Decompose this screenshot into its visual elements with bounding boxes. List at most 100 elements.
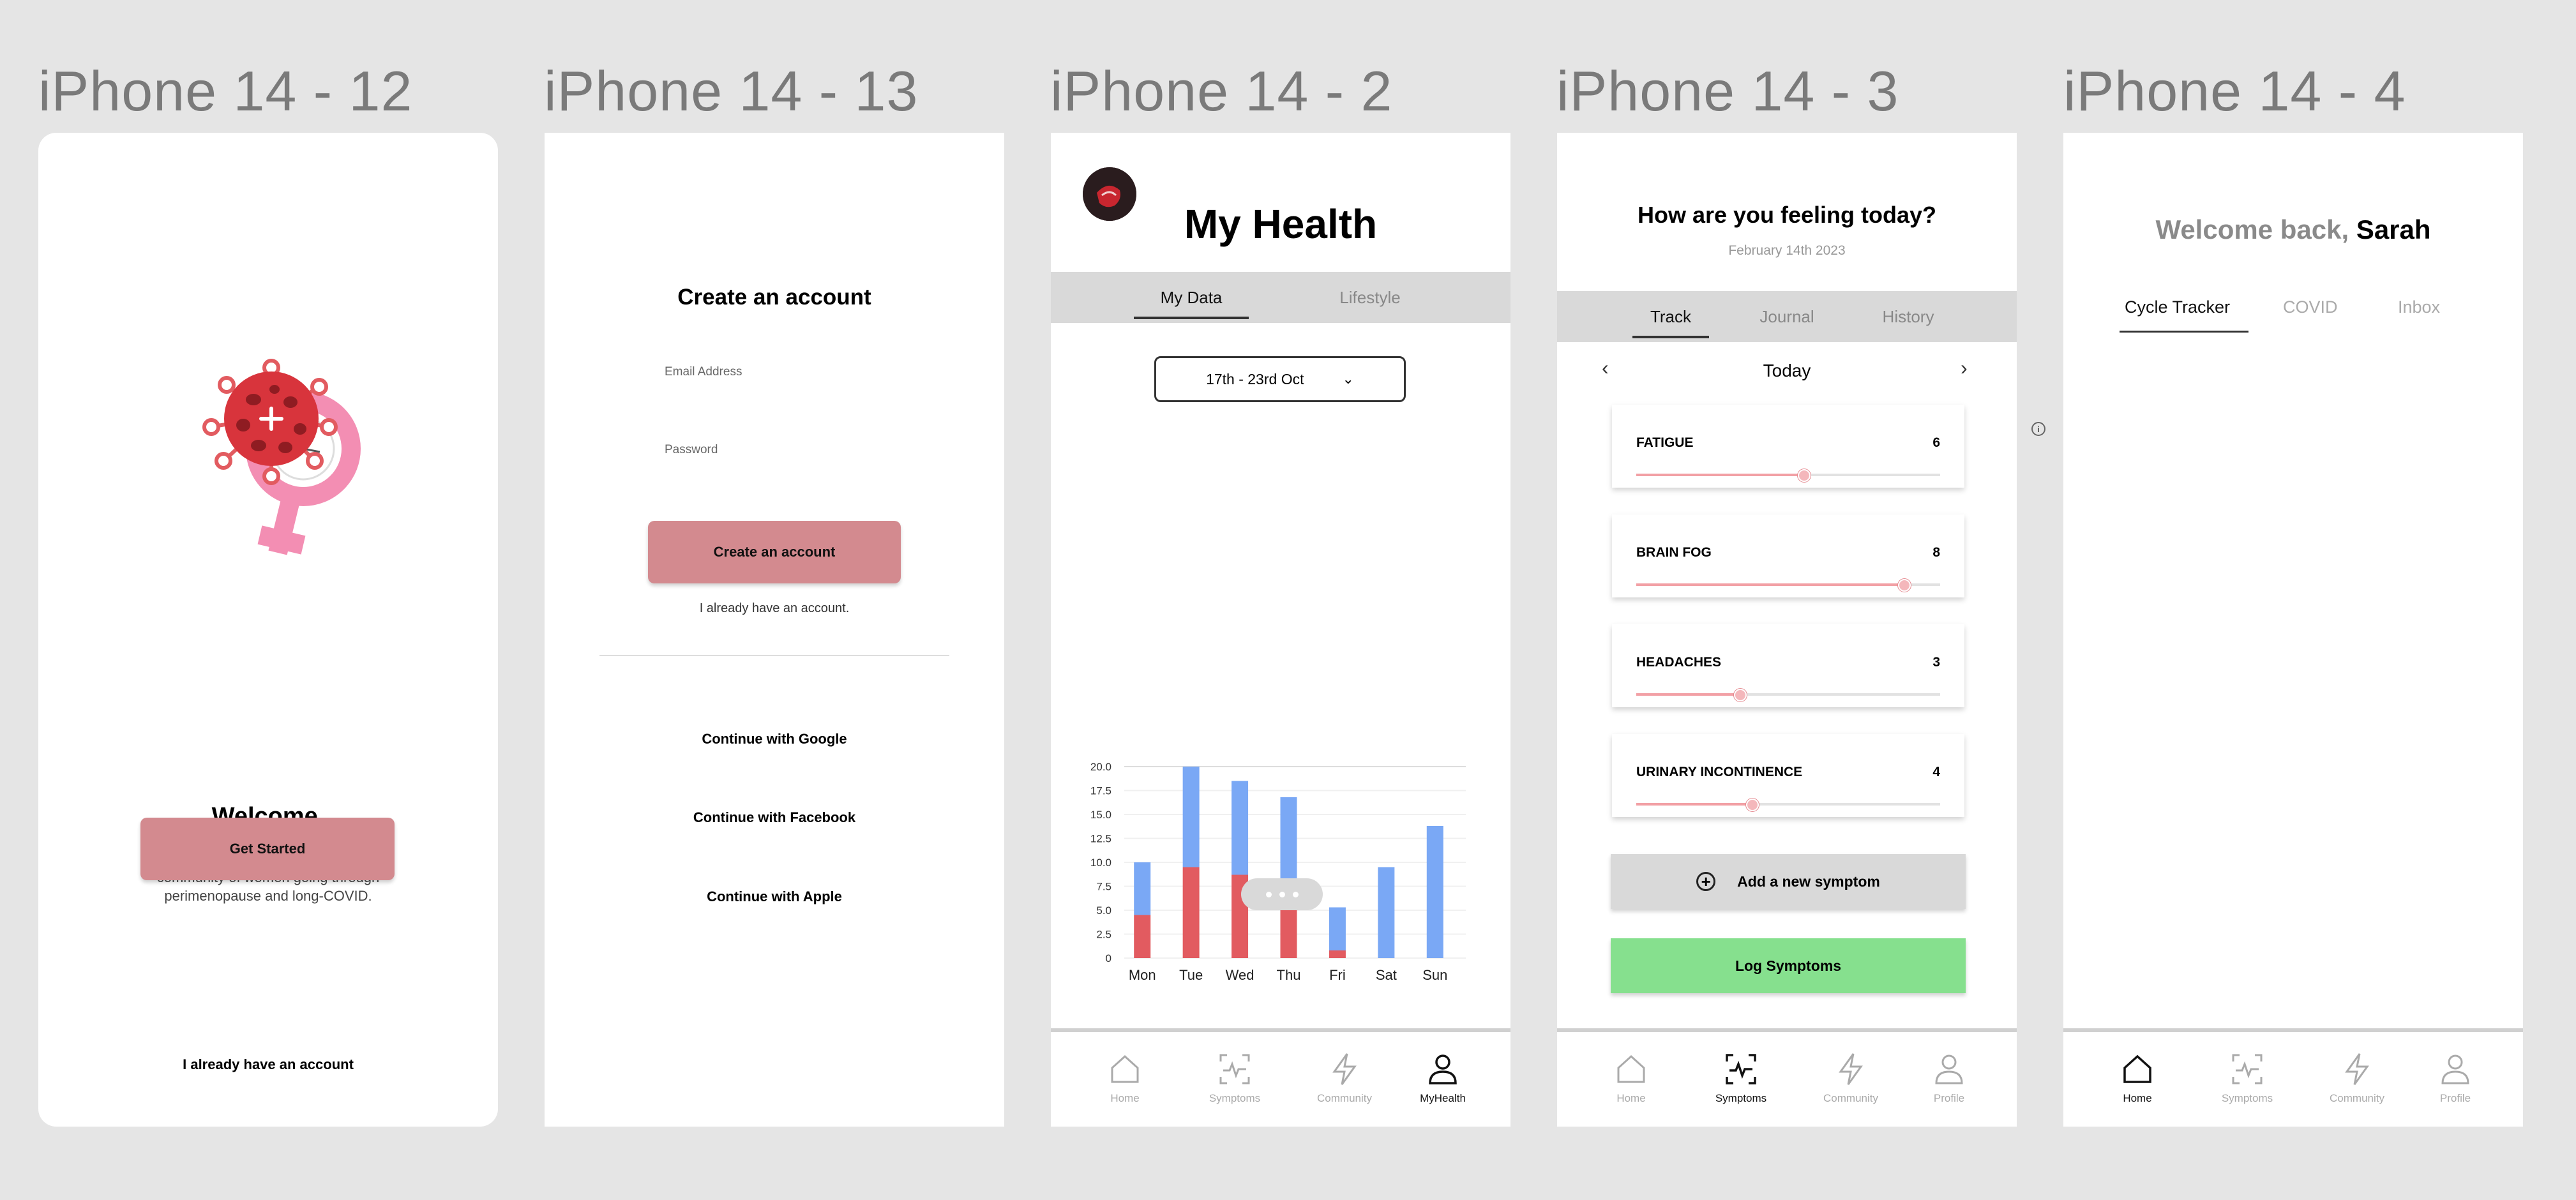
log-symptoms-button[interactable]: Log Symptoms bbox=[1611, 938, 1966, 993]
user-name: Sarah bbox=[2356, 214, 2431, 244]
add-symptom-label: Add a new symptom bbox=[1737, 873, 1880, 890]
nav-label: Symptoms bbox=[2221, 1092, 2273, 1104]
slider-fill bbox=[1636, 474, 1804, 476]
x-axis-labels: Mon Tue Wed Thu Fri Sat Sun bbox=[1129, 967, 1448, 983]
active-tab-underline bbox=[2120, 331, 2248, 333]
plus-circle-icon: + bbox=[1696, 872, 1716, 891]
bottom-nav: Home Symptoms Community MyHealth bbox=[1051, 1028, 1510, 1127]
nav-community[interactable]: Community bbox=[2312, 1051, 2402, 1105]
nav-label: Home bbox=[2123, 1092, 2152, 1104]
tab-covid[interactable]: COVID bbox=[2283, 297, 2338, 317]
nav-home[interactable]: Home bbox=[2093, 1051, 2182, 1105]
y-tick-label: 17.5 bbox=[1090, 785, 1111, 797]
nav-profile[interactable]: Profile bbox=[2411, 1051, 2500, 1105]
nav-symptoms[interactable]: Symptoms bbox=[1696, 1051, 1786, 1105]
tab-history[interactable]: History bbox=[1851, 291, 1966, 342]
create-account-button[interactable]: Create an account bbox=[648, 521, 901, 583]
tab-lifestyle[interactable]: Lifestyle bbox=[1306, 272, 1434, 323]
add-symptom-button[interactable]: + Add a new symptom bbox=[1611, 854, 1966, 909]
have-account-link[interactable]: I already have an account bbox=[38, 1056, 498, 1073]
have-account-link[interactable]: I already have an account. bbox=[545, 601, 1004, 616]
symptom-card: BRAIN FOG 8 bbox=[1612, 514, 1964, 597]
frame-title: iPhone 14 - 2 bbox=[1050, 59, 1393, 123]
nav-myhealth[interactable]: MyHealth bbox=[1398, 1051, 1488, 1105]
symptom-value: 3 bbox=[1932, 655, 1940, 670]
create-account-title: Create an account bbox=[677, 285, 871, 310]
y-axis-ticks: 20.0 17.5 15.0 12.5 10.0 7.5 5.0 2.5 0 bbox=[1090, 761, 1111, 964]
bar-segment bbox=[1329, 907, 1346, 950]
nav-label: Home bbox=[1616, 1092, 1646, 1104]
x-tick-label: Fri bbox=[1329, 967, 1346, 983]
bar-segment bbox=[1182, 867, 1200, 958]
nav-symptoms[interactable]: Symptoms bbox=[2203, 1051, 2292, 1105]
tab-journal[interactable]: Journal bbox=[1736, 291, 1838, 342]
symptom-slider[interactable] bbox=[1636, 469, 1940, 482]
slider-handle[interactable] bbox=[1797, 469, 1811, 482]
slider-handle[interactable] bbox=[1745, 799, 1759, 811]
tab-cycle-tracker[interactable]: Cycle Tracker bbox=[2125, 297, 2230, 317]
y-tick-label: 12.5 bbox=[1090, 833, 1111, 845]
health-chart: 20.0 17.5 15.0 12.5 10.0 7.5 5.0 2.5 0 Mon Tue Wed… bbox=[1090, 761, 1466, 983]
continue-apple-button[interactable]: Continue with Apple bbox=[545, 889, 1004, 905]
nav-home[interactable]: Home bbox=[1080, 1051, 1170, 1105]
symptom-slider[interactable] bbox=[1636, 689, 1940, 701]
tab-inbox[interactable]: Inbox bbox=[2398, 297, 2440, 317]
y-tick-label: 7.5 bbox=[1096, 881, 1111, 893]
symptom-name: HEADACHES bbox=[1636, 655, 1722, 670]
date-range-select[interactable]: 17th - 23rd Oct ⌄ bbox=[1154, 356, 1406, 402]
date-range-value: 17th - 23rd Oct bbox=[1206, 370, 1304, 387]
tab-my-data[interactable]: My Data bbox=[1127, 272, 1255, 323]
bar-segment bbox=[1426, 826, 1443, 958]
symptom-card: HEADACHES 3 bbox=[1612, 624, 1964, 707]
user-icon bbox=[2441, 1054, 2469, 1084]
symptom-tabs: Track Journal History bbox=[1557, 291, 2017, 342]
symptom-name: FATIGUE bbox=[1636, 435, 1694, 450]
frame-title: iPhone 14 - 12 bbox=[38, 59, 413, 123]
welcome-screen: Welcome. Track your symptoms and find a … bbox=[38, 133, 498, 1127]
nav-community[interactable]: Community bbox=[1806, 1051, 1895, 1105]
home-icon bbox=[2123, 1054, 2151, 1083]
nav-label: Profile bbox=[2439, 1092, 2471, 1104]
symptom-name: BRAIN FOG bbox=[1636, 545, 1712, 560]
tab-track[interactable]: Track bbox=[1626, 291, 1715, 342]
lightning-icon bbox=[1839, 1053, 1863, 1085]
page-title: My Health bbox=[1184, 201, 1378, 247]
slider-handle[interactable] bbox=[1897, 579, 1911, 592]
nav-community[interactable]: Community bbox=[1300, 1051, 1389, 1105]
slider-handle[interactable] bbox=[1733, 689, 1747, 701]
symptom-value: 4 bbox=[1932, 765, 1940, 779]
get-started-button[interactable]: Get Started bbox=[140, 818, 395, 880]
symptom-slider[interactable] bbox=[1636, 799, 1940, 811]
y-tick-label: 5.0 bbox=[1096, 904, 1111, 917]
symptoms-screen: How are you feeling today? February 14th… bbox=[1557, 133, 2017, 1127]
symptom-name: URINARY INCONTINENCE bbox=[1636, 765, 1803, 779]
divider bbox=[599, 655, 949, 656]
continue-facebook-button[interactable]: Continue with Facebook bbox=[545, 809, 1004, 826]
nav-symptoms[interactable]: Symptoms bbox=[1190, 1051, 1279, 1105]
nav-profile[interactable]: Profile bbox=[1904, 1051, 1994, 1105]
page-dot bbox=[1292, 891, 1299, 897]
bar-segment bbox=[1134, 862, 1151, 915]
page-indicator[interactable] bbox=[1241, 878, 1323, 910]
nav-label: Symptoms bbox=[1209, 1092, 1261, 1104]
email-field[interactable]: Email Address bbox=[665, 365, 742, 379]
virus-female-symbol-icon bbox=[202, 359, 361, 555]
nav-label: MyHealth bbox=[1420, 1092, 1466, 1104]
y-tick-label: 0 bbox=[1106, 952, 1111, 964]
page-dot bbox=[1279, 891, 1285, 897]
symptom-slider[interactable] bbox=[1636, 579, 1940, 592]
chevron-down-icon: ⌄ bbox=[1342, 371, 1354, 387]
symptom-value: 6 bbox=[1932, 435, 1940, 450]
my-health-screen: My Health My Data Lifestyle 17th - 23rd … bbox=[1051, 133, 1510, 1127]
x-tick-label: Thu bbox=[1277, 967, 1301, 983]
nav-label: Profile bbox=[1933, 1092, 1965, 1104]
health-tabs: My Data Lifestyle bbox=[1051, 272, 1510, 323]
next-day-icon[interactable]: › bbox=[1961, 356, 1968, 380]
y-tick-label: 10.0 bbox=[1090, 857, 1111, 869]
lightning-icon bbox=[2345, 1053, 2369, 1085]
nav-home[interactable]: Home bbox=[1586, 1051, 1676, 1105]
continue-google-button[interactable]: Continue with Google bbox=[545, 731, 1004, 747]
password-field[interactable]: Password bbox=[665, 443, 718, 457]
info-icon[interactable]: i bbox=[2031, 422, 2045, 436]
x-tick-label: Wed bbox=[1226, 967, 1254, 983]
